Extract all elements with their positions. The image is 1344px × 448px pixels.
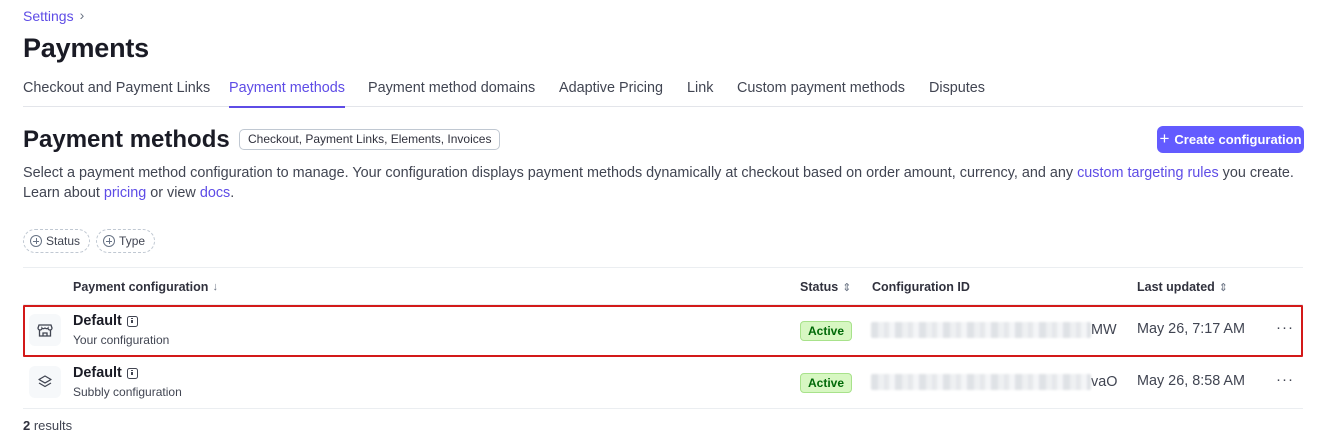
tab-disputes[interactable]: Disputes bbox=[929, 80, 985, 107]
redacted-id bbox=[871, 322, 1091, 338]
results-count: 2 results bbox=[23, 418, 72, 433]
table-row[interactable]: Default Your configuration Active MW May… bbox=[23, 305, 1303, 357]
config-name[interactable]: Default bbox=[73, 313, 138, 329]
config-subtitle: Your configuration bbox=[73, 333, 170, 347]
layers-icon bbox=[29, 366, 61, 398]
tab-payment-method-domains[interactable]: Payment method domains bbox=[368, 80, 535, 107]
chevron-right-icon: › bbox=[79, 7, 85, 23]
info-icon[interactable] bbox=[126, 367, 138, 379]
type-filter-label: Type bbox=[119, 234, 146, 248]
section-title: Payment methods bbox=[23, 126, 230, 153]
config-id-suffix: vaO bbox=[1091, 374, 1118, 390]
create-configuration-label: Create configuration bbox=[1174, 132, 1302, 147]
store-icon bbox=[29, 314, 61, 346]
status-filter-label: Status bbox=[46, 234, 81, 248]
section-description: Select a payment method configuration to… bbox=[23, 163, 1308, 203]
arrow-down-icon: ↓ bbox=[212, 281, 218, 293]
tab-checkout-payment-links[interactable]: Checkout and Payment Links bbox=[23, 80, 210, 107]
last-updated: May 26, 7:17 AM bbox=[1137, 321, 1245, 337]
more-actions-icon[interactable]: ··· bbox=[1276, 319, 1294, 336]
breadcrumb: Settings › bbox=[23, 7, 85, 24]
config-id: MW bbox=[871, 320, 1117, 340]
column-header-label: Configuration ID bbox=[872, 280, 970, 294]
custom-targeting-rules-link[interactable]: custom targeting rules bbox=[1077, 165, 1219, 181]
config-subtitle: Subbly configuration bbox=[73, 385, 182, 399]
tab-adaptive-pricing[interactable]: Adaptive Pricing bbox=[559, 80, 663, 107]
plus-icon: + bbox=[1159, 129, 1170, 148]
info-icon[interactable] bbox=[126, 315, 138, 327]
breadcrumb-settings-link[interactable]: Settings bbox=[23, 8, 74, 24]
column-header-status[interactable]: Status ⇕ bbox=[800, 280, 851, 294]
column-header-label: Last updated bbox=[1137, 280, 1215, 294]
table-header: Payment configuration ↓ Status ⇕ Configu… bbox=[23, 267, 1303, 305]
results-label: results bbox=[30, 418, 73, 433]
scope-badge: Checkout, Payment Links, Elements, Invoi… bbox=[239, 129, 501, 150]
status-badge: Active bbox=[800, 321, 853, 341]
config-name[interactable]: Default bbox=[73, 365, 138, 381]
description-text: Select a payment method configuration to… bbox=[23, 165, 1078, 181]
config-name-label: Default bbox=[73, 365, 122, 381]
column-header-config[interactable]: Payment configuration ↓ bbox=[73, 280, 218, 294]
description-text: or view bbox=[146, 185, 200, 201]
add-circle-icon bbox=[103, 235, 116, 247]
tab-link[interactable]: Link bbox=[687, 80, 713, 107]
table-row[interactable]: Default Subbly configuration Active vaO … bbox=[23, 357, 1303, 409]
status-filter-button[interactable]: Status bbox=[23, 229, 91, 253]
column-header-label: Payment configuration bbox=[73, 280, 209, 294]
filter-bar: Status Type bbox=[23, 229, 156, 253]
add-circle-icon bbox=[30, 235, 42, 247]
config-id: vaO bbox=[871, 372, 1117, 392]
status-badge: Active bbox=[800, 373, 853, 393]
type-filter-button[interactable]: Type bbox=[96, 229, 156, 253]
tab-payment-methods[interactable]: Payment methods bbox=[229, 80, 345, 108]
docs-link[interactable]: docs bbox=[200, 185, 230, 201]
sort-icon: ⇕ bbox=[1218, 281, 1229, 294]
configurations-table: Payment configuration ↓ Status ⇕ Configu… bbox=[23, 267, 1303, 409]
column-header-label: Status bbox=[800, 280, 839, 294]
column-header-config-id: Configuration ID bbox=[872, 280, 970, 294]
page-title: Payments bbox=[23, 33, 149, 63]
column-header-updated[interactable]: Last updated ⇕ bbox=[1137, 280, 1228, 294]
redacted-id bbox=[871, 374, 1091, 390]
create-configuration-button[interactable]: + Create configuration bbox=[1157, 126, 1304, 153]
config-id-suffix: MW bbox=[1091, 322, 1117, 338]
last-updated: May 26, 8:58 AM bbox=[1137, 373, 1245, 389]
description-text: . bbox=[230, 185, 235, 201]
sort-icon: ⇕ bbox=[842, 281, 852, 294]
tab-bar: Checkout and Payment Links Payment metho… bbox=[23, 78, 1303, 108]
pricing-link[interactable]: pricing bbox=[104, 185, 146, 201]
more-actions-icon[interactable]: ··· bbox=[1276, 371, 1294, 388]
tab-custom-payment-methods[interactable]: Custom payment methods bbox=[737, 80, 905, 107]
config-name-label: Default bbox=[73, 313, 122, 329]
